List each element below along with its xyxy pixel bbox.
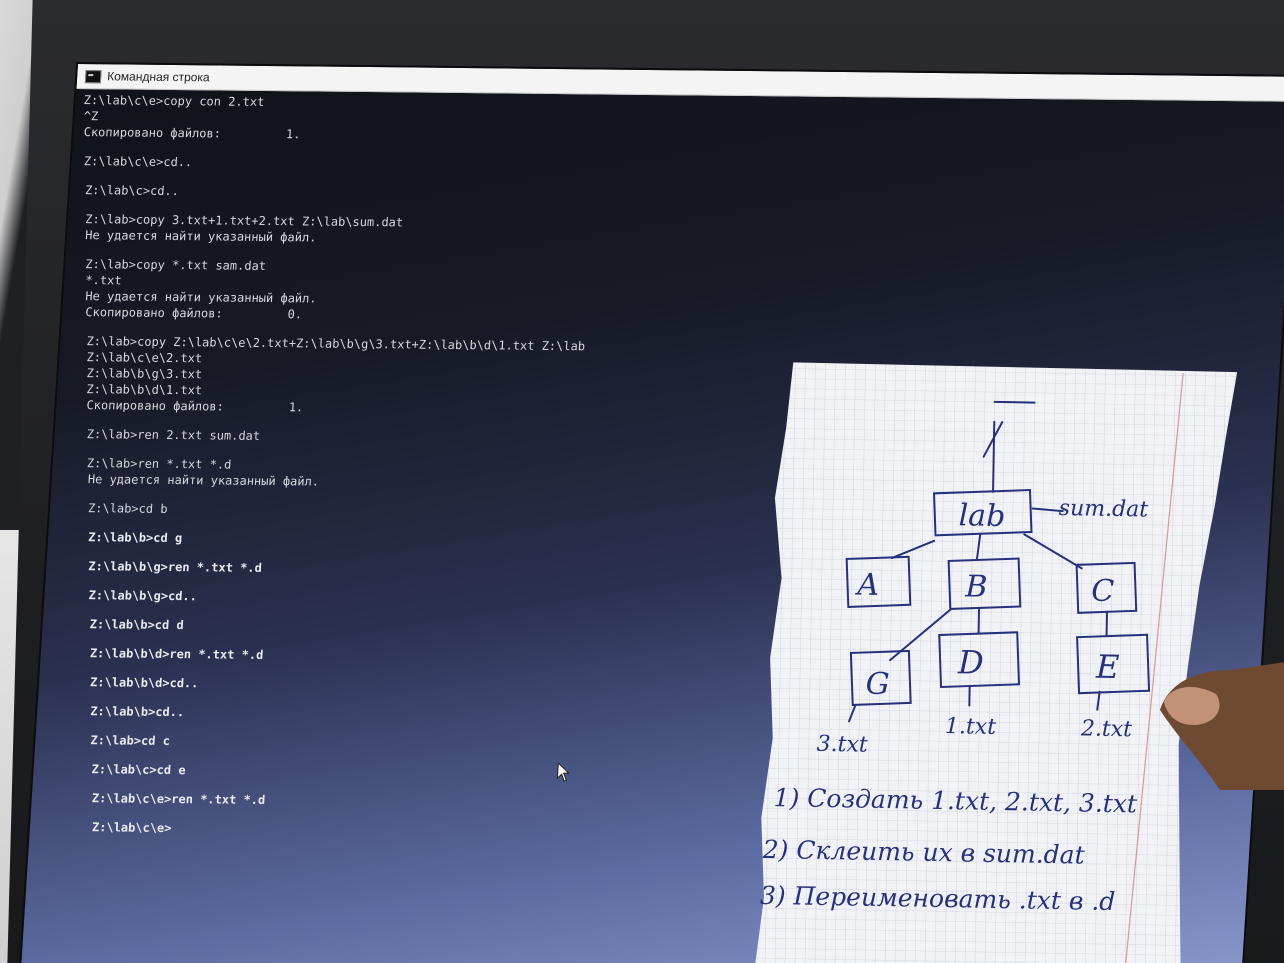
console-output[interactable]: Z:\lab\c\e>copy con 2.txt ^Z Скопировано ф… <box>38 92 601 840</box>
tree-root-label: lab <box>958 498 1005 534</box>
task-2: 2) Склеить их в sum.dat <box>762 835 1086 870</box>
tree-node-e: E <box>1095 648 1120 686</box>
tree-root-file: sum.dat <box>1059 496 1149 523</box>
console-line: Z:\lab\c\e> <box>91 820 172 836</box>
file-2-txt: 2.txt <box>1080 716 1133 742</box>
file-3-txt: 3.txt <box>816 732 868 758</box>
photo-scene: Командная строка Z:\lab\c\e>copy con 2.t… <box>0 0 1284 963</box>
tree-node-a: A <box>854 567 879 602</box>
tree-node-g: G <box>865 667 890 702</box>
tree-node-d: D <box>957 643 984 681</box>
file-1-txt: 1.txt <box>945 714 997 740</box>
task-3: 3) Переименовать .txt в .d <box>760 881 1116 916</box>
tree-node-c: C <box>1091 574 1115 609</box>
hand-holding-note <box>1160 640 1284 790</box>
tree-node-b: B <box>964 569 988 604</box>
cmd-icon <box>84 69 102 83</box>
window-title: Командная строка <box>106 69 211 85</box>
